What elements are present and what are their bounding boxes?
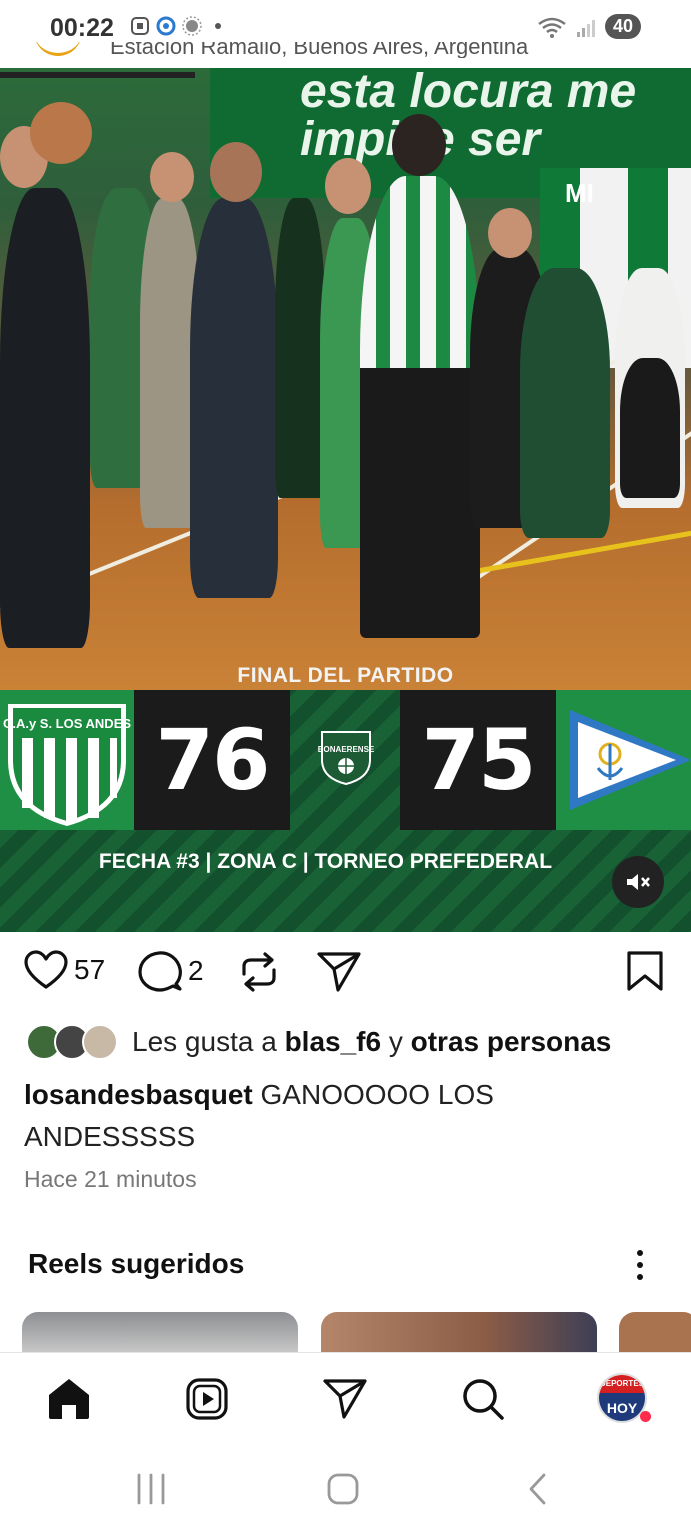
post-actions: 57 2 — [0, 950, 691, 1002]
reels-section-title: Reels sugeridos — [28, 1248, 245, 1279]
away-score: 75 — [421, 711, 537, 809]
los-andes-crest-icon: C.A.y S. LOS ANDES — [3, 704, 131, 826]
away-team-box — [556, 690, 691, 830]
liked-by-others[interactable]: otras personas — [411, 1026, 612, 1057]
player-head — [392, 114, 446, 176]
send-icon[interactable] — [316, 950, 362, 994]
repost-button[interactable] — [238, 950, 280, 994]
share-button[interactable] — [316, 950, 362, 994]
liked-by-user[interactable]: blas_f6 — [285, 1026, 382, 1057]
post-location[interactable]: Estación Ramallo, Buenos Aires, Argentin… — [110, 42, 528, 58]
liker-avatar[interactable] — [82, 1024, 118, 1060]
post-author-avatar-partial[interactable] — [34, 42, 82, 56]
status-right: 40 — [537, 14, 641, 39]
profile-avatar-bottom-text: HOY — [599, 1393, 645, 1421]
post-photo: esta locura me impide ser MI FINAL DEL P… — [0, 68, 691, 690]
player-head — [325, 158, 371, 214]
liked-by-line[interactable]: Les gusta a blas_f6 y otras personas — [26, 1024, 611, 1060]
nav-messages[interactable] — [321, 1375, 369, 1423]
notification-dot — [640, 1411, 651, 1422]
post-timestamp: Hace 21 minutos — [24, 1166, 197, 1192]
svg-text:BONAERENSE: BONAERENSE — [318, 745, 374, 754]
player-figure — [520, 268, 610, 538]
liked-by-prefix: Les gusta a — [132, 1026, 277, 1057]
player-figure — [360, 368, 480, 638]
suggested-reel-card[interactable] — [619, 1312, 691, 1352]
send-icon[interactable] — [322, 1377, 368, 1421]
home-score: 76 — [155, 711, 271, 809]
player-head — [30, 102, 92, 164]
home-system-icon[interactable] — [326, 1472, 360, 1506]
final-del-partido-label: FINAL DEL PARTIDO — [237, 664, 454, 687]
basketball-hoop — [0, 72, 195, 132]
player-figure — [190, 198, 278, 598]
home-score-box: 76 — [134, 690, 290, 830]
like-button[interactable]: 57 — [24, 950, 105, 990]
svg-text:C.A.y S. LOS ANDES: C.A.y S. LOS ANDES — [3, 716, 131, 731]
reels-icon[interactable] — [185, 1377, 229, 1421]
liked-by-connector: y — [388, 1026, 403, 1057]
bonaerense-league-icon: BONAERENSE — [318, 731, 374, 786]
post-caption: losandesbasquet GANOOOOO LOS ANDESSSSS — [24, 1074, 664, 1158]
bottom-navigation: DEPORTES HOY — [0, 1352, 691, 1448]
signal-icon — [576, 19, 595, 37]
nav-reels[interactable] — [183, 1375, 231, 1423]
home-icon[interactable] — [46, 1377, 92, 1421]
search-icon[interactable] — [461, 1377, 505, 1421]
status-bar: 00:22 40 Estación Ramallo, Buenos Aires,… — [0, 0, 691, 58]
away-score-box: 75 — [400, 690, 556, 830]
player-figure — [620, 358, 680, 498]
wifi-icon — [538, 17, 566, 38]
post-location-clipped[interactable]: Estación Ramallo, Buenos Aires, Argentin… — [30, 42, 590, 58]
comment-button[interactable]: 2 — [138, 950, 204, 992]
mute-button[interactable] — [612, 856, 664, 908]
likes-count[interactable]: 57 — [74, 954, 105, 986]
liker-avatars[interactable] — [26, 1024, 118, 1060]
gym-banner-text: esta locura me impide ser — [300, 68, 637, 166]
away-team-pennant-icon — [570, 710, 691, 810]
suggested-reel-card[interactable] — [321, 1312, 597, 1352]
nav-home[interactable] — [45, 1375, 93, 1423]
sun-icon — [182, 16, 202, 36]
save-button[interactable] — [626, 950, 664, 992]
repost-icon[interactable] — [238, 950, 280, 994]
app-notification-icon — [156, 16, 176, 36]
comments-count[interactable]: 2 — [188, 955, 204, 987]
home-team-box: C.A.y S. LOS ANDES — [0, 690, 134, 830]
heart-icon[interactable] — [24, 950, 68, 990]
liked-by-text[interactable]: Les gusta a blas_f6 y otras personas — [132, 1026, 611, 1058]
suggested-reel-card[interactable] — [22, 1312, 298, 1352]
gym-flag-text: MI — [565, 178, 594, 208]
caption-username[interactable]: losandesbasquet — [24, 1079, 253, 1110]
bookmark-icon[interactable] — [626, 950, 664, 992]
battery-indicator: 40 — [604, 14, 641, 39]
comment-icon[interactable] — [138, 950, 182, 992]
status-notification-icons — [130, 16, 228, 36]
more-options-icon[interactable] — [628, 1248, 652, 1282]
match-info-line: FECHA #3 | ZONA C | TORNEO PREFEDERAL — [98, 850, 553, 873]
nav-search[interactable] — [459, 1375, 507, 1423]
back-icon[interactable] — [522, 1472, 556, 1506]
speaker-muted-icon — [627, 874, 650, 890]
status-time: 00:22 — [50, 14, 114, 42]
post-media[interactable]: esta locura me impide ser MI FINAL DEL P… — [0, 68, 691, 932]
player-figure — [275, 198, 325, 498]
recent-apps-icon[interactable] — [134, 1472, 168, 1506]
screenshot-icon — [131, 17, 149, 35]
player-head — [150, 152, 194, 202]
system-navigation-bar — [0, 1448, 691, 1536]
player-head — [488, 208, 532, 258]
player-head — [210, 142, 262, 202]
profile-avatar-top-text: DEPORTES — [599, 1375, 645, 1393]
scoreboard: C.A.y S. LOS ANDES 76 BONAERENSE 75 FECH… — [0, 690, 691, 932]
player-figure — [0, 188, 90, 648]
more-notifications-dot-icon — [215, 23, 221, 29]
